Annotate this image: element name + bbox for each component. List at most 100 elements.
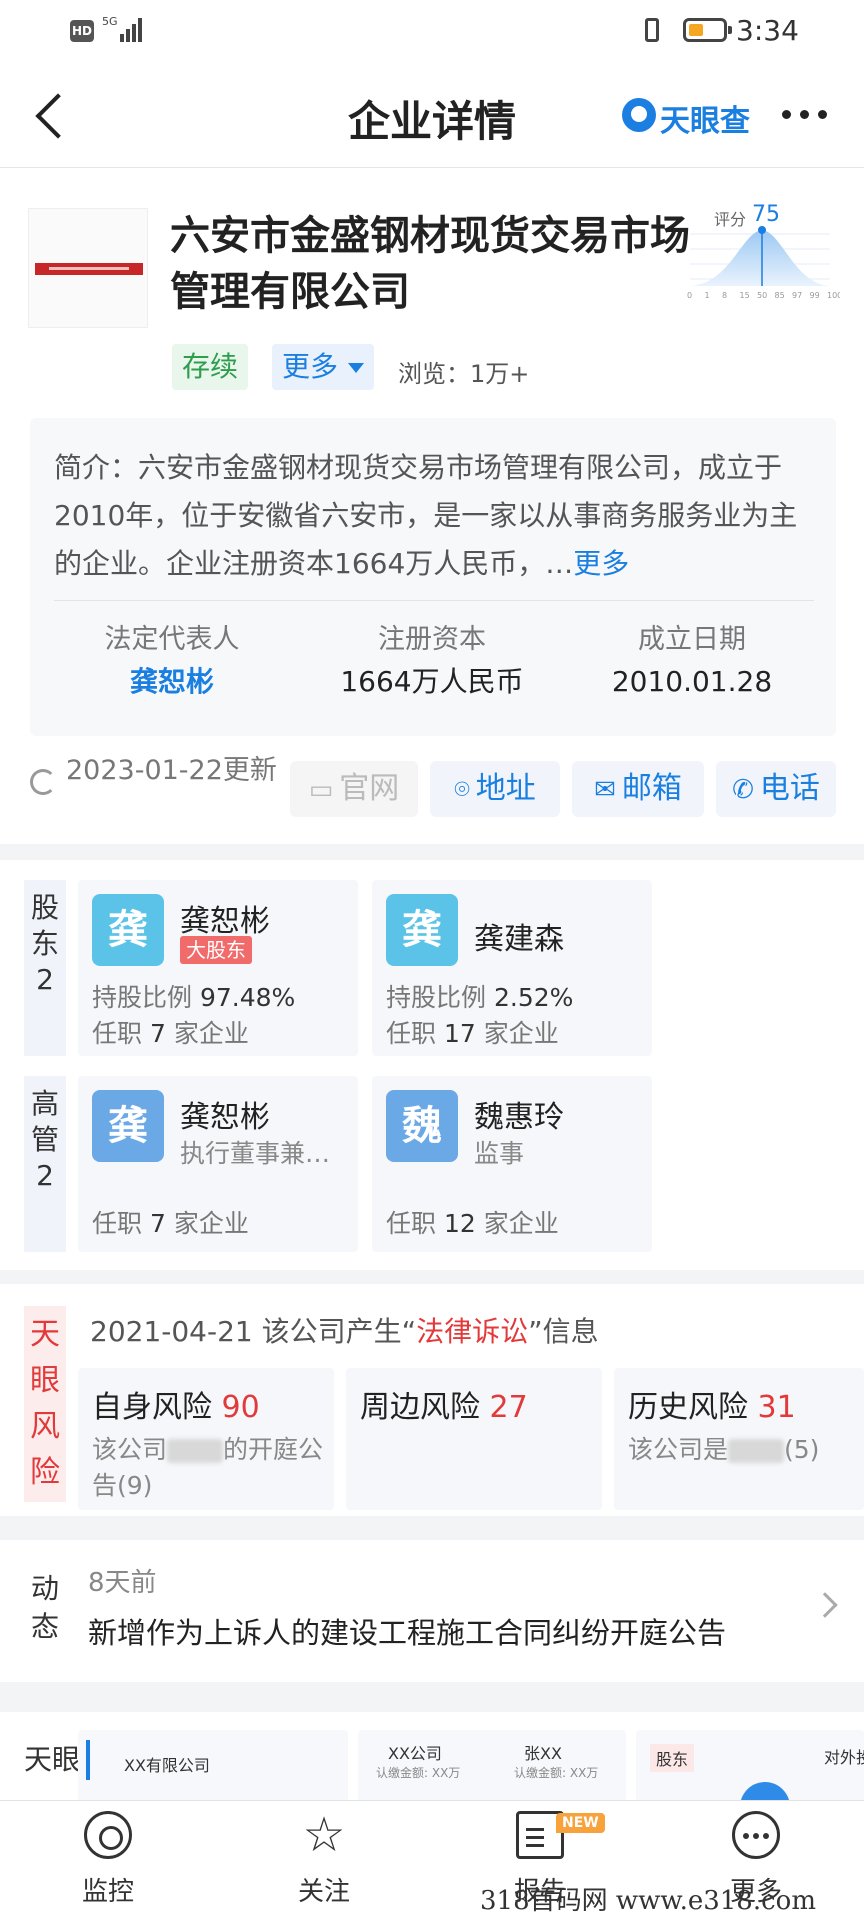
graph-company: XX有限公司 bbox=[124, 1756, 210, 1775]
more-tags-label: 更多 bbox=[282, 350, 339, 383]
address-label: 地址 bbox=[475, 771, 536, 806]
vibrate-icon bbox=[645, 18, 659, 42]
jobs-suffix: 家企业 bbox=[483, 1019, 559, 1048]
jobs-value: 7 bbox=[149, 1209, 166, 1238]
tab-follow[interactable]: ☆ 关注 bbox=[264, 1811, 384, 1908]
intro-prefix: 简介： bbox=[54, 451, 139, 484]
battery-icon bbox=[683, 18, 732, 42]
tab-label: 监控 bbox=[81, 1877, 134, 1907]
website-button[interactable]: ▭ 官网 bbox=[290, 761, 418, 817]
email-label: 邮箱 bbox=[621, 771, 682, 806]
risk-title: 历史风险 31 bbox=[628, 1382, 796, 1426]
monitor-icon: ▭ bbox=[308, 774, 334, 805]
more-tags-button[interactable]: 更多 bbox=[272, 344, 375, 390]
shareholder-card[interactable]: 龚 龚恕彬 大股东 持股比例 97.48% 任职 7 家企业 bbox=[78, 880, 358, 1056]
website-label: 官网 bbox=[339, 771, 400, 806]
capital: 注册资本 1664万人民币 bbox=[302, 620, 562, 704]
tab-label: 关注 bbox=[297, 1877, 350, 1907]
more-circle-icon bbox=[732, 1811, 780, 1859]
score-tick: 15 bbox=[740, 291, 750, 300]
chevron-right-icon bbox=[812, 1592, 838, 1618]
executives-label[interactable]: 高管2 bbox=[24, 1076, 66, 1252]
star-icon: ☆ bbox=[302, 1807, 346, 1863]
history-risk-card[interactable]: 历史风险 31 该公司是 (5) bbox=[614, 1368, 864, 1510]
intro-body: 六安市金盛钢材现货交易市场管理有限公司，成立于2010年，位于安徽省六安市，是一… bbox=[54, 451, 798, 580]
jobs-prefix: 任职 bbox=[92, 1209, 143, 1238]
founded: 成立日期 2010.01.28 bbox=[562, 620, 822, 704]
avatar: 龚 bbox=[386, 894, 458, 966]
risk-title-text: 周边风险 bbox=[360, 1390, 480, 1425]
risk-desc: 该公司是 (5) bbox=[628, 1432, 864, 1468]
jobs-suffix: 家企业 bbox=[483, 1209, 559, 1238]
legal-rep-link[interactable]: 龚恕彬 bbox=[42, 660, 302, 704]
caret-down-icon bbox=[348, 363, 365, 373]
company-card: 六安市金盛钢材现货交易市场管理有限公司 评分 75 0 1 8 15 50 85 97 99 1… bbox=[0, 168, 864, 844]
watermark: 318首码网 www.e318.com bbox=[480, 1886, 816, 1916]
mail-icon: ✉ bbox=[594, 774, 616, 805]
phone-button[interactable]: ✆ 电话 bbox=[716, 761, 836, 817]
score-tick: 8 bbox=[722, 291, 727, 300]
shareholder-card[interactable]: 龚 龚建森 持股比例 2.52% 任职 17 家企业 bbox=[372, 880, 652, 1056]
refresh-icon[interactable] bbox=[30, 769, 56, 795]
graph-node-b: 张XX bbox=[524, 1744, 562, 1763]
jobs-suffix: 家企业 bbox=[173, 1019, 249, 1048]
graph-node-b-sub: 认缴金额: XX万 bbox=[514, 1766, 599, 1780]
jobs-value: 7 bbox=[149, 1019, 166, 1048]
avatar: 魏 bbox=[386, 1090, 458, 1162]
person-name: 龚恕彬 bbox=[180, 904, 270, 939]
risk-desc-prefix: 该公司 bbox=[92, 1435, 168, 1464]
self-risk-card[interactable]: 自身风险 90 该公司 的开庭公告(9) bbox=[78, 1368, 334, 1510]
risk-count: 31 bbox=[757, 1390, 796, 1425]
score-widget[interactable]: 评分 75 0 1 8 15 50 85 97 99 100 bbox=[680, 202, 840, 304]
graphics-label: 天眼 bbox=[24, 1743, 81, 1776]
risk-label[interactable]: 天眼风险 bbox=[24, 1306, 66, 1502]
status-bar: HD 5G 3:34 bbox=[0, 0, 864, 64]
tab-monitor[interactable]: 监控 bbox=[48, 1811, 168, 1908]
ratio-value: 97.48% bbox=[199, 983, 296, 1012]
risk-title-text: 自身风险 bbox=[92, 1390, 212, 1425]
person-name: 魏惠玲 bbox=[474, 1100, 564, 1135]
views-count: 浏览：1万+ bbox=[398, 360, 530, 388]
jobs-count: 任职 17 家企业 bbox=[386, 1014, 559, 1050]
executive-card[interactable]: 魏 魏惠玲 监事 任职 12 家企业 bbox=[372, 1076, 652, 1252]
executive-card[interactable]: 龚 龚恕彬 执行董事兼… 任职 7 家企业 bbox=[78, 1076, 358, 1252]
major-shareholder-badge: 大股东 bbox=[180, 936, 252, 964]
legal-rep-label: 法定代表人 bbox=[104, 624, 240, 655]
graph-shareholder: 股东 bbox=[650, 1744, 695, 1772]
jobs-count: 任职 7 家企业 bbox=[92, 1204, 249, 1240]
jobs-prefix: 任职 bbox=[386, 1019, 437, 1048]
jobs-value: 12 bbox=[443, 1209, 476, 1238]
new-badge: NEW bbox=[556, 1813, 605, 1833]
jobs-count: 任职 12 家企业 bbox=[386, 1204, 559, 1240]
nav-header: 企业详情 天眼查 bbox=[0, 64, 864, 168]
signal-icon bbox=[120, 18, 146, 42]
dynamic-row[interactable]: 动态 8天前 新增作为上诉人的建设工程施工合同纠纷开庭公告 bbox=[0, 1540, 864, 1682]
risk-head-suffix: ”信息 bbox=[528, 1315, 599, 1348]
risk-headline[interactable]: 2021-04-21 该公司产生“法律诉讼”信息 bbox=[90, 1310, 599, 1350]
person-name: 龚建森 bbox=[474, 922, 564, 957]
surrounding-risk-card[interactable]: 周边风险 27 bbox=[346, 1368, 602, 1510]
divider bbox=[54, 600, 814, 601]
camera-icon bbox=[84, 1811, 132, 1859]
risk-section: 天眼风险 2021-04-21 该公司产生“法律诉讼”信息 自身风险 90 该公… bbox=[0, 1284, 864, 1516]
redacted-text bbox=[167, 1439, 224, 1463]
jobs-prefix: 任职 bbox=[386, 1209, 437, 1238]
risk-desc-suffix: (5) bbox=[784, 1435, 820, 1464]
share-ratio: 持股比例 2.52% bbox=[386, 978, 573, 1014]
ratio-label: 持股比例 bbox=[92, 983, 193, 1012]
share-ratio: 持股比例 97.48% bbox=[92, 978, 295, 1014]
dynamic-label: 动态 bbox=[30, 1572, 59, 1643]
shareholders-label[interactable]: 股东2 bbox=[24, 880, 66, 1056]
jobs-value: 17 bbox=[443, 1019, 476, 1048]
avatar: 龚 bbox=[92, 1090, 164, 1162]
email-button[interactable]: ✉ 邮箱 bbox=[572, 761, 704, 817]
address-button[interactable]: ⌾ 地址 bbox=[430, 761, 560, 817]
clock: 3:34 bbox=[736, 14, 799, 47]
risk-title: 周边风险 27 bbox=[360, 1382, 528, 1426]
brand-name: 天眼查 bbox=[660, 104, 750, 139]
tianyancha-icon bbox=[622, 98, 656, 132]
more-menu-icon[interactable] bbox=[782, 108, 832, 122]
people-section: 股东2 龚 龚恕彬 大股东 持股比例 97.48% 任职 7 家企业 龚 龚建森… bbox=[0, 860, 864, 1270]
intro-more-link[interactable]: 更多 bbox=[573, 547, 629, 580]
phone-label: 电话 bbox=[759, 771, 820, 806]
